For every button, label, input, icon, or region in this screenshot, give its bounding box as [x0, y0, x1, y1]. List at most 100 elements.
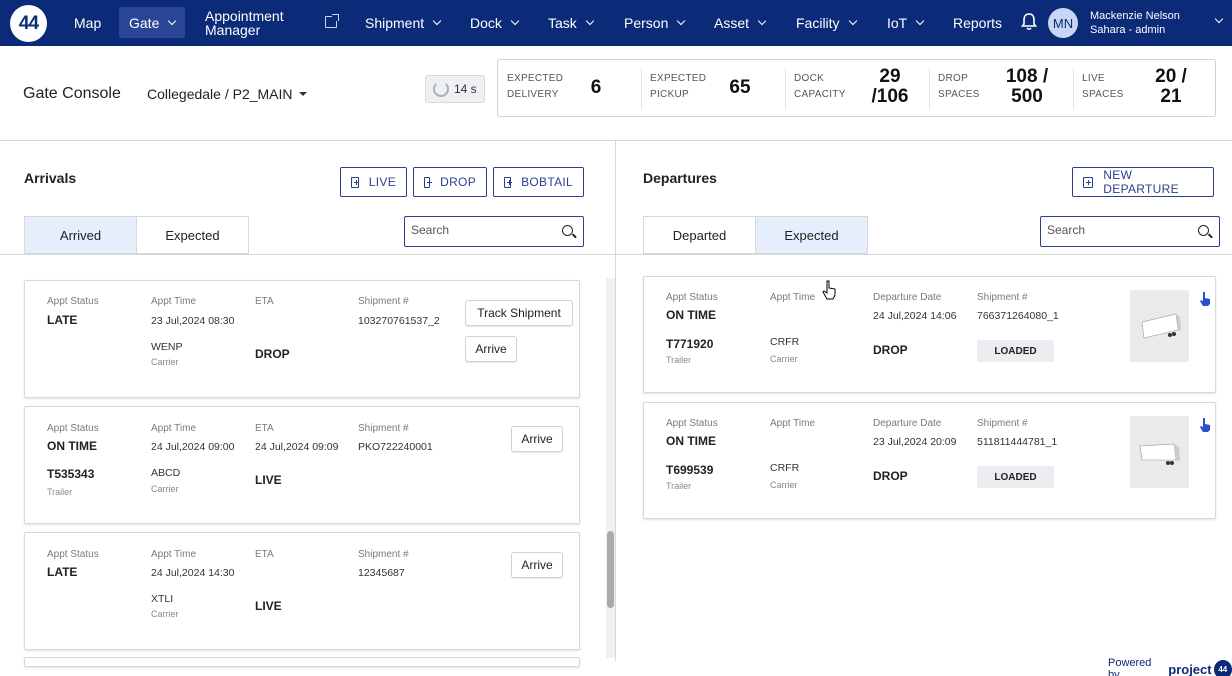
hand-pointer-icon[interactable] — [1199, 291, 1211, 307]
carrier-value: ABCD — [151, 467, 181, 479]
stat-expected-pickup-label: EXPECTED PICKUP — [650, 71, 706, 103]
arrivals-search-input[interactable] — [411, 223, 551, 237]
shipment-value: 103270761537_2 — [358, 315, 440, 327]
stat-label-line2: SPACES — [938, 89, 980, 100]
stat-drop-spaces-label: DROP SPACES — [938, 71, 980, 103]
project44-logo[interactable]: 44 — [10, 5, 47, 42]
departure-card[interactable]: Appt Status ON TIME Appt Time Departure … — [643, 402, 1216, 519]
nav-map[interactable]: Map — [74, 0, 101, 46]
chevron-down-icon — [915, 16, 925, 26]
chevron-down-icon — [510, 16, 520, 26]
search-icon[interactable] — [1198, 225, 1209, 236]
arrive-button[interactable]: Arrive — [511, 426, 563, 452]
arrival-card[interactable]: Appt Status LATE Appt Time 23 Jul,2024 0… — [24, 280, 580, 398]
arrival-card[interactable]: Appt Status ON TIME Appt Time 24 Jul,202… — [24, 406, 580, 524]
departure-card[interactable]: Appt Status ON TIME Appt Time Departure … — [643, 276, 1216, 393]
arrival-card[interactable]: Appt Status LATE Appt Time 24 Jul,2024 1… — [24, 532, 580, 650]
carrier-value: XTLI — [151, 593, 174, 605]
nav-dock-label: Dock — [470, 15, 502, 31]
nav-iot-label: IoT — [887, 15, 908, 31]
divider — [641, 68, 642, 110]
avatar[interactable]: MN — [1048, 8, 1078, 38]
arrivals-search[interactable] — [404, 216, 584, 247]
carrier-label: Carrier — [151, 357, 179, 367]
appt-status-label: Appt Status — [47, 549, 99, 560]
mouse-cursor-icon — [822, 280, 836, 300]
nav-task[interactable]: Task — [548, 0, 595, 46]
eta-label: ETA — [255, 549, 274, 560]
nav-appointment-manager[interactable]: Appointment Manager — [205, 0, 303, 46]
search-icon[interactable] — [562, 225, 573, 236]
arrive-button[interactable]: Arrive — [511, 552, 563, 578]
appt-status-value: ON TIME — [666, 434, 716, 448]
arrive-button[interactable]: Arrive — [465, 336, 517, 362]
bell-icon[interactable] — [1021, 13, 1037, 31]
external-link-icon[interactable] — [325, 14, 339, 28]
stat-value-line2: 21 — [1160, 86, 1182, 107]
user-menu[interactable]: Mackenzie Nelson Sahara - admin — [1090, 9, 1180, 37]
trailer-label: Trailer — [666, 481, 692, 491]
shipment-value: 766371264080_1 — [977, 310, 1059, 322]
brand-logo: 44 — [1213, 659, 1232, 676]
add-bobtail-button[interactable]: BOBTAIL — [493, 167, 584, 197]
nav-gate[interactable]: Gate — [119, 7, 186, 38]
chevron-down-icon — [757, 16, 767, 26]
trailer-label: Trailer — [666, 355, 692, 365]
arrivals-scrollbar-thumb[interactable] — [607, 531, 614, 608]
arrivals-title: Arrivals — [24, 170, 77, 186]
stat-value-line1: 108 / — [1005, 66, 1049, 87]
refresh-button[interactable]: 14 s — [425, 75, 485, 103]
tab-arrived[interactable]: Arrived — [24, 216, 137, 254]
nav-task-label: Task — [548, 15, 577, 31]
nav-shipment-label: Shipment — [365, 15, 425, 31]
add-drop-button[interactable]: DROP — [413, 167, 487, 197]
carrier-label: Carrier — [151, 484, 179, 494]
page-title: Gate Console — [23, 85, 121, 102]
tab-expected-departures[interactable]: Expected — [755, 216, 868, 254]
departures-search[interactable] — [1040, 216, 1220, 247]
user-role: Sahara - admin — [1090, 24, 1166, 36]
arrival-card[interactable] — [24, 657, 580, 667]
stat-value-line2: 500 — [1011, 86, 1043, 107]
stat-value-line1: 29 — [879, 66, 901, 87]
track-shipment-button[interactable]: Track Shipment — [465, 300, 573, 326]
carrier-value: CRFR — [770, 462, 800, 474]
trailer-label: Trailer — [47, 487, 73, 497]
load-type: LIVE — [255, 599, 282, 613]
nav-iot[interactable]: IoT — [887, 0, 925, 46]
nav-person[interactable]: Person — [624, 0, 686, 46]
new-departure-button[interactable]: NEW DEPARTURE — [1072, 167, 1214, 197]
appt-time-value: 24 Jul,2024 09:00 — [151, 441, 235, 453]
appt-status-value: LATE — [47, 565, 78, 579]
trailer-value: T771920 — [666, 337, 714, 351]
appt-time-value: 24 Jul,2024 14:30 — [151, 567, 235, 579]
plus-icon — [1083, 176, 1094, 188]
trailer-icon — [1141, 313, 1181, 339]
chevron-down-icon — [585, 16, 595, 26]
powered-by-label: Powered by — [1108, 657, 1152, 676]
nav-asset[interactable]: Asset — [714, 0, 767, 46]
caret-down-icon[interactable] — [299, 92, 307, 96]
plus-icon — [504, 176, 513, 188]
eta-label: ETA — [255, 423, 274, 434]
trailer-image[interactable] — [1130, 416, 1189, 488]
tab-departed[interactable]: Departed — [643, 216, 756, 254]
trailer-image[interactable] — [1130, 290, 1189, 362]
location-selector[interactable]: Collegedale / P2_MAIN — [147, 86, 293, 102]
appt-status-label: Appt Status — [47, 296, 99, 307]
chevron-down-icon — [848, 16, 857, 26]
chevron-down-icon — [677, 16, 686, 26]
nav-reports[interactable]: Reports — [953, 0, 1002, 46]
nav-dock[interactable]: Dock — [470, 0, 520, 46]
nav-facility[interactable]: Facility — [796, 0, 857, 46]
load-type: DROP — [873, 343, 908, 357]
tab-expected-arrivals[interactable]: Expected — [136, 216, 249, 254]
departures-search-input[interactable] — [1047, 223, 1187, 237]
nav-shipment[interactable]: Shipment — [365, 0, 442, 46]
divider — [0, 254, 615, 255]
carrier-label: Carrier — [770, 480, 798, 490]
chevron-down-icon[interactable] — [1214, 14, 1224, 24]
stat-drop-spaces-value: 108 /500 — [996, 67, 1058, 107]
hand-pointer-icon[interactable] — [1199, 417, 1211, 433]
add-live-button[interactable]: LIVE — [340, 167, 407, 197]
